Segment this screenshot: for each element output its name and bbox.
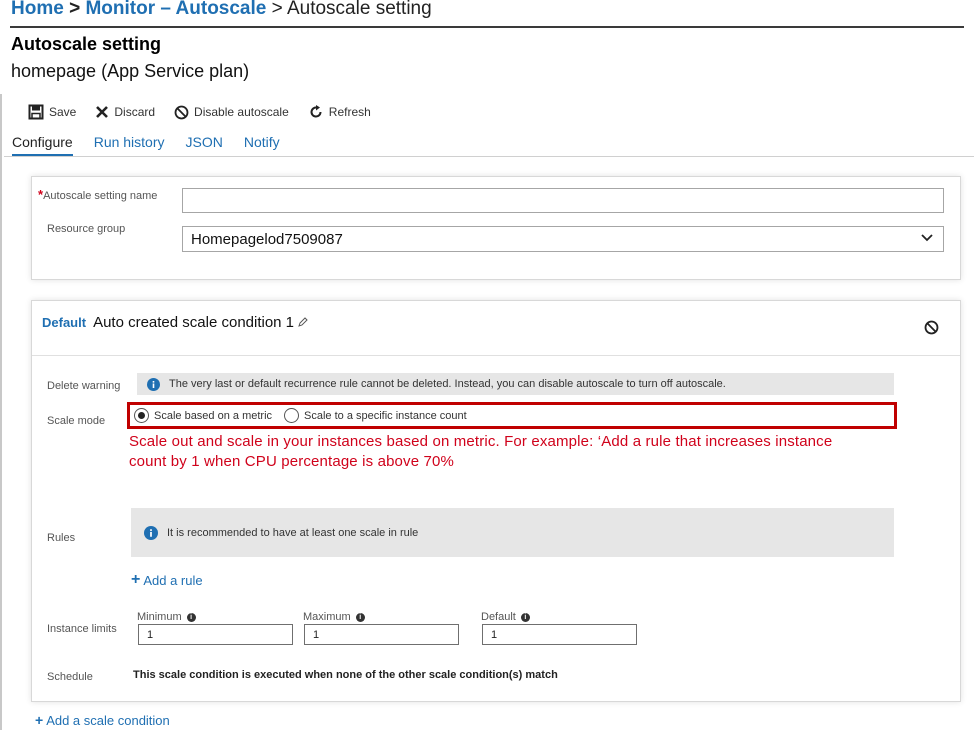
delete-warning-text: The very last or default recurrence rule… [169, 378, 726, 390]
autoscale-name-input[interactable] [182, 188, 944, 213]
disable-condition-icon[interactable] [924, 320, 939, 335]
minimum-input[interactable]: 1 [138, 624, 293, 645]
breadcrumb: Home > Monitor – Autoscale > Autoscale s… [11, 0, 432, 20]
scale-condition-header: Default Auto created scale condition 1 [42, 314, 308, 331]
info-icon [144, 525, 158, 540]
scale-mode-metric-option[interactable]: Scale based on a metric [134, 408, 272, 423]
info-icon [147, 377, 160, 391]
tab-json[interactable]: JSON [186, 132, 223, 156]
resource-group-select[interactable]: Homepagelod7509087 [182, 226, 944, 252]
default-label: Default i [481, 611, 530, 623]
schedule-text: This scale condition is executed when no… [133, 669, 558, 681]
settings-card: *Autoscale setting name Resource group H… [31, 176, 961, 280]
save-label: Save [49, 105, 77, 119]
scale-mode-label: Scale mode [47, 415, 106, 427]
disable-icon [174, 105, 189, 119]
disable-autoscale-label: Disable autoscale [194, 105, 289, 119]
discard-label: Discard [114, 105, 156, 119]
save-icon [28, 104, 44, 120]
close-icon [96, 106, 109, 118]
info-icon: i [355, 612, 365, 622]
breadcrumb-monitor-autoscale[interactable]: Monitor – Autoscale [85, 0, 266, 19]
breadcrumb-separator: > [69, 0, 81, 19]
maximum-input[interactable]: 1 [304, 624, 459, 645]
default-input[interactable]: 1 [482, 624, 637, 645]
header-divider [32, 355, 960, 356]
tab-configure[interactable]: Configure [12, 132, 73, 156]
scale-mode-instance-count-option[interactable]: Scale to a specific instance count [284, 408, 467, 423]
annotation-line-2: count by 1 when CPU percentage is above … [129, 453, 454, 470]
autoscale-name-label: *Autoscale setting name [38, 187, 157, 202]
autoscale-blade: Save Discard Disable autoscale Refresh C… [0, 94, 974, 730]
command-bar: Save Discard Disable autoscale Refresh [28, 102, 390, 122]
scale-condition-name[interactable]: Auto created scale condition 1 [93, 314, 294, 331]
tab-strip: Configure Run history JSON Notify [12, 132, 301, 156]
autoscale-name-label-text: Autoscale setting name [43, 190, 158, 202]
refresh-label: Refresh [328, 105, 371, 119]
pencil-icon[interactable] [298, 317, 308, 327]
maximum-label: Maximum i [303, 611, 365, 623]
tab-divider [4, 156, 974, 157]
refresh-button[interactable]: Refresh [308, 104, 371, 120]
page-title: Autoscale setting [11, 34, 162, 54]
refresh-icon [310, 105, 322, 118]
minimum-label-text: Minimum [137, 611, 182, 623]
tab-run-history[interactable]: Run history [94, 132, 165, 156]
scale-mode-instance-count-label: Scale to a specific instance count [304, 409, 467, 422]
radio-selected[interactable] [134, 408, 149, 423]
discard-button[interactable]: Discard [95, 105, 155, 119]
resource-group-label: Resource group [47, 223, 126, 235]
scale-condition-card: Default Auto created scale condition 1 D… [31, 300, 961, 702]
breadcrumb-current: Autoscale setting [286, 0, 432, 19]
default-tag: Default [42, 315, 87, 330]
minimum-label: Minimum i [137, 611, 196, 623]
disable-autoscale-button[interactable]: Disable autoscale [174, 105, 289, 120]
plus-icon: + [131, 571, 141, 588]
breadcrumb-home[interactable]: Home [11, 0, 64, 19]
resource-group-value: Homepagelod7509087 [191, 231, 343, 248]
radio-unselected[interactable] [284, 408, 300, 423]
maximum-label-text: Maximum [303, 611, 351, 623]
delete-warning-bar: The very last or default recurrence rule… [137, 373, 894, 395]
chevron-down-icon [921, 234, 933, 242]
save-button[interactable]: Save [28, 104, 76, 120]
scale-mode-highlight: Scale based on a metric Scale to a speci… [127, 402, 897, 429]
breadcrumb-separator: > [271, 0, 283, 19]
breadcrumb-divider [10, 26, 964, 28]
tab-notify[interactable]: Notify [244, 132, 280, 156]
annotation-text: Scale out and scale in your instances ba… [129, 432, 832, 472]
rules-info-bar: It is recommended to have at least one s… [131, 508, 894, 557]
delete-warning-label: Delete warning [47, 380, 121, 392]
schedule-label: Schedule [47, 671, 93, 683]
plus-icon: + [35, 712, 44, 728]
add-rule-label: Add a rule [143, 572, 203, 588]
default-label-text: Default [481, 611, 516, 623]
page-subtitle: homepage (App Service plan) [11, 61, 250, 81]
add-scale-condition-label: Add a scale condition [46, 712, 170, 728]
info-icon: i [186, 612, 196, 622]
instance-limits-label: Instance limits [47, 623, 117, 635]
rules-label: Rules [47, 532, 76, 544]
annotation-line-1: Scale out and scale in your instances ba… [129, 433, 833, 450]
rules-info-text: It is recommended to have at least one s… [167, 526, 419, 539]
add-scale-condition-link[interactable]: + Add a scale condition [35, 712, 170, 728]
info-icon: i [520, 612, 530, 622]
add-rule-link[interactable]: + Add a rule [131, 571, 203, 589]
scale-mode-metric-label: Scale based on a metric [154, 409, 273, 422]
